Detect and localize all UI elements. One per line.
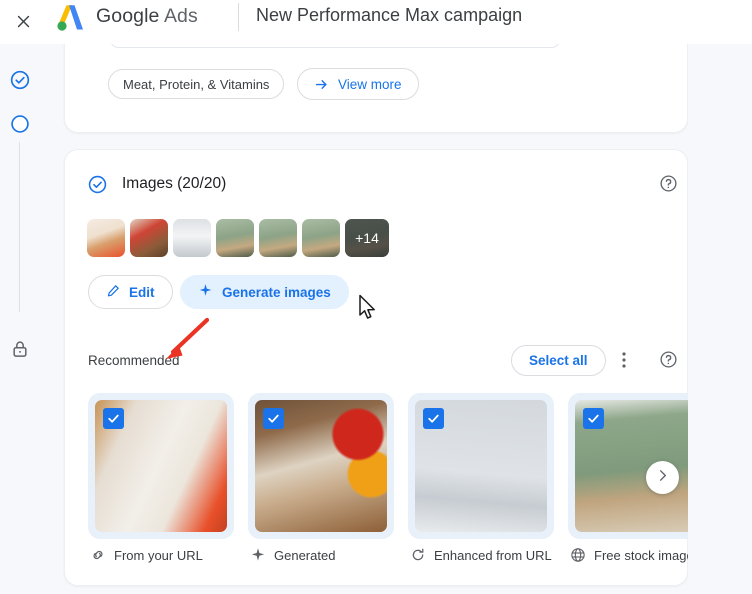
help-circle-icon[interactable] [659,350,678,369]
image-frame [88,393,234,539]
image-caption-label: From your URL [114,547,203,563]
image-checkbox[interactable] [103,408,124,429]
generate-images-label: Generate images [222,284,331,300]
image-caption-label: Generated [274,547,336,563]
edit-button-label: Edit [129,284,155,300]
recommended-label: Recommended [88,353,180,368]
recommended-card-1[interactable]: From your URL [88,393,234,563]
app-root: Google Ads New Performance Max campaign [0,0,752,594]
image-checkbox[interactable] [423,408,444,429]
sparkle-icon [250,547,266,563]
image-preview-3[interactable] [415,400,547,532]
recommended-image-gallery: From your URL Generated Enhanced from UR… [88,393,714,563]
link-icon [90,547,106,563]
image-caption: Generated [248,547,394,563]
arrow-right-icon [314,77,329,92]
image-thumbnail-strip: +14 [87,219,389,257]
thumbnail-4[interactable] [216,219,254,257]
select-all-button[interactable]: Select all [511,345,606,376]
more-vert-icon[interactable] [617,350,631,370]
page-title: New Performance Max campaign [256,5,523,25]
image-checkbox[interactable] [263,408,284,429]
brand-google-text: Google [96,5,160,27]
recommended-card-2[interactable]: Generated [248,393,394,563]
brand-name: Google Ads [96,5,198,28]
lock-icon [10,339,30,359]
globe-icon [570,547,586,563]
header-divider [238,3,239,31]
image-caption-label: Enhanced from URL [434,547,552,563]
edit-button[interactable]: Edit [88,275,173,309]
image-frame [408,393,554,539]
viewport-right-gutter [688,0,752,594]
thumbnail-3[interactable] [173,219,211,257]
recommended-card-3[interactable]: Enhanced from URL [408,393,554,563]
stepper-rail [0,44,44,594]
image-caption: Enhanced from URL [408,547,554,563]
gallery-next-button[interactable] [646,461,679,494]
brand-ads-text: Ads [163,5,198,27]
more-images-count: +14 [355,230,379,246]
images-status-check-circle-icon [88,175,107,194]
thumbnail-2[interactable] [130,219,168,257]
select-all-label: Select all [529,353,588,368]
image-preview-1[interactable] [95,400,227,532]
stepper-connector-line [19,142,20,312]
thumbnail-5[interactable] [259,219,297,257]
more-images-tile[interactable]: +14 [345,219,389,257]
circle-outline-icon[interactable] [10,114,30,134]
google-ads-logo-icon [52,3,86,33]
help-circle-icon[interactable] [659,174,678,193]
images-section-title: Images (20/20) [122,175,227,192]
image-frame [248,393,394,539]
thumbnail-1[interactable] [87,219,125,257]
image-checkbox[interactable] [583,408,604,429]
close-icon[interactable] [8,6,38,36]
category-chip[interactable]: Meat, Protein, & Vitamins [108,69,285,99]
view-more-label: View more [338,76,402,92]
image-caption: From your URL [88,547,234,563]
generate-images-button[interactable]: Generate images [180,275,349,309]
pencil-icon [106,283,121,301]
chevron-right-icon [655,468,670,488]
check-circle-icon[interactable] [10,70,30,90]
image-caption-label: Free stock image [594,547,694,563]
enhance-icon [410,547,426,563]
view-more-button[interactable]: View more [297,68,419,100]
sparkle-icon [198,283,213,301]
thumbnail-6[interactable] [302,219,340,257]
app-header: Google Ads New Performance Max campaign [0,0,752,44]
